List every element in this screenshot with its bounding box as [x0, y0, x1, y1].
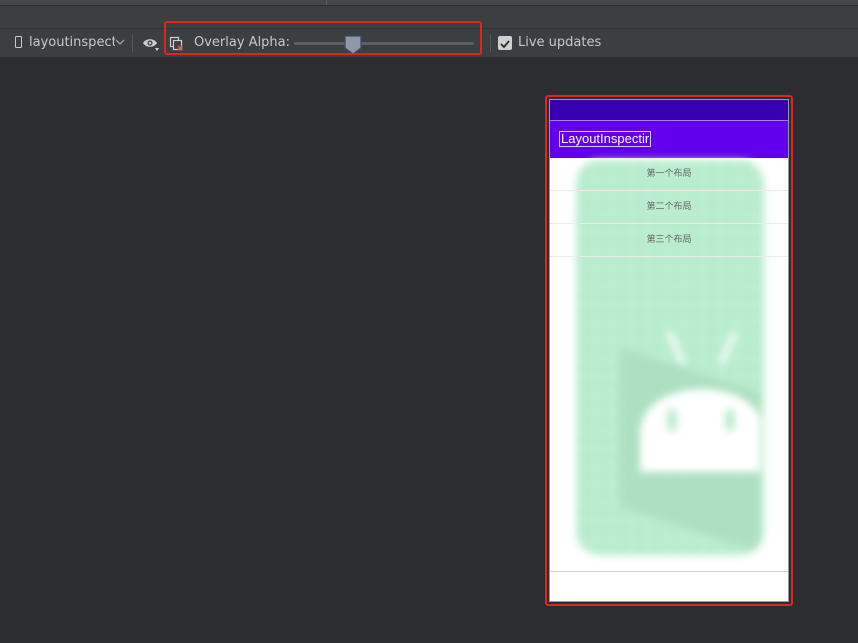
toolbar-separator — [132, 34, 133, 52]
app-title[interactable]: LayoutInspectir — [558, 131, 652, 147]
app-bar[interactable]: LayoutInspectir — [550, 121, 788, 158]
overlay-controls-highlight — [164, 21, 482, 55]
title-bar-ridge — [0, 0, 858, 6]
eye-icon[interactable] — [142, 36, 160, 52]
checkmark-icon — [500, 40, 510, 49]
device-icon[interactable] — [15, 36, 22, 48]
device-screen-preview[interactable]: LayoutInspectir 第一个布局 第二个布局 第三个布局 — [549, 99, 789, 602]
live-updates-checkbox[interactable] — [498, 36, 512, 50]
list-item[interactable]: 第一个布局 — [550, 158, 788, 191]
list-item[interactable]: 第二个布局 — [550, 191, 788, 224]
bottom-divider — [550, 571, 788, 572]
title-bar-divider — [326, 0, 327, 5]
toolbar-separator — [490, 34, 491, 52]
status-bar — [550, 100, 788, 121]
process-selector-label[interactable]: layoutinspectir — [29, 29, 115, 57]
android-robot-icon — [640, 331, 760, 472]
live-updates-label: Live updates — [518, 35, 602, 50]
chevron-down-icon[interactable] — [115, 37, 125, 47]
list-item[interactable]: 第三个布局 — [550, 224, 788, 257]
